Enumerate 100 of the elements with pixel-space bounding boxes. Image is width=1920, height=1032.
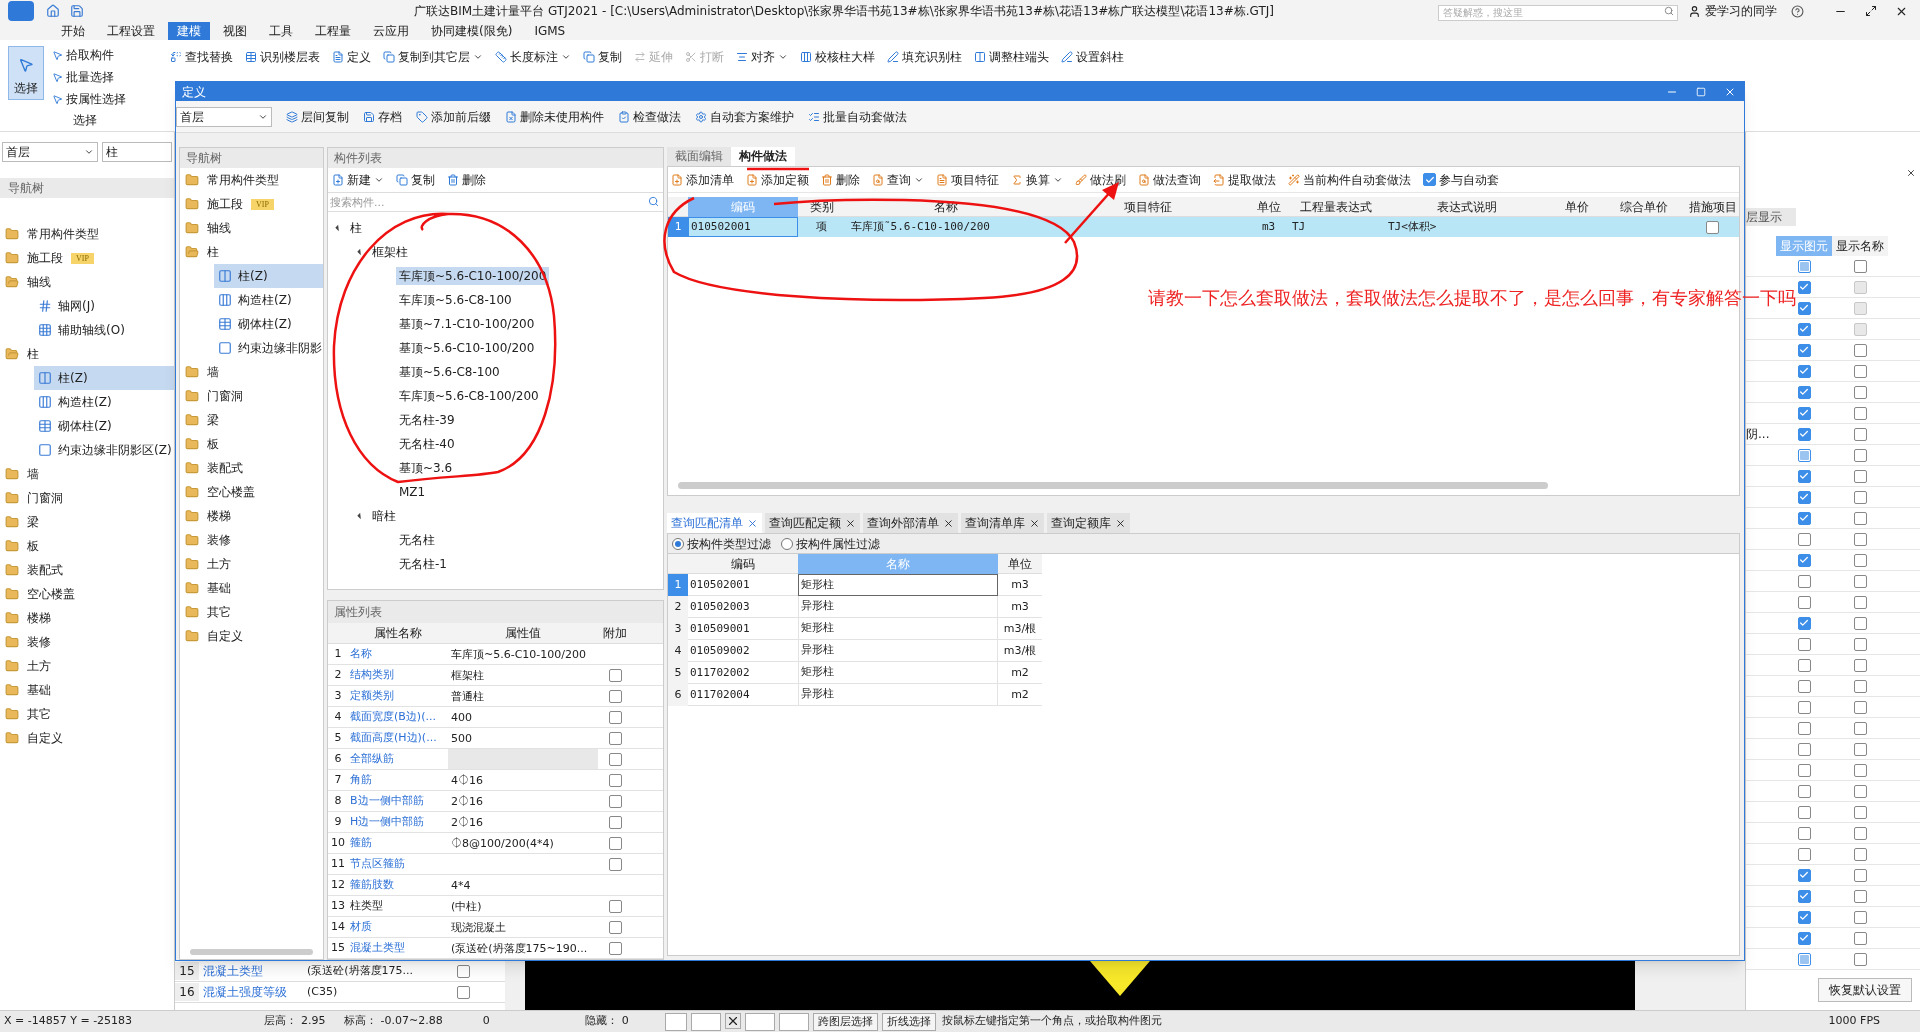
checkbox[interactable] xyxy=(1853,826,1867,840)
tree-item[interactable]: 轴网(J) xyxy=(34,294,174,318)
tab[interactable]: 截面编辑 xyxy=(667,147,731,166)
ribbon-button[interactable]: 复制到其它层 xyxy=(383,48,483,66)
checkbox[interactable] xyxy=(1797,343,1811,357)
close-icon[interactable] xyxy=(845,517,856,529)
tree-item[interactable]: 基顶~7.1-C10-100/200 xyxy=(396,315,538,333)
tree-item[interactable]: 轴线 xyxy=(205,219,233,237)
folder-icon[interactable] xyxy=(185,461,199,475)
folder-icon[interactable] xyxy=(5,611,19,625)
property-value[interactable]: ⏀8@100/200(4*4) xyxy=(448,833,598,853)
tree-item[interactable]: 楼梯 xyxy=(25,609,53,627)
checkbox[interactable] xyxy=(1853,364,1867,378)
radio-label[interactable]: 按构件类型过滤 xyxy=(687,534,771,553)
checkbox[interactable] xyxy=(1797,889,1811,903)
folder-icon[interactable] xyxy=(185,533,199,547)
tree-item[interactable]: 构造柱(Z) xyxy=(34,390,174,414)
ribbon-button[interactable]: 按属性选择 xyxy=(52,90,126,108)
tree-item[interactable]: 装配式 xyxy=(205,459,245,477)
ribbon-button[interactable]: 查找替换 xyxy=(170,48,233,66)
checkbox[interactable] xyxy=(1853,784,1867,798)
checkbox[interactable] xyxy=(1706,220,1719,234)
table-row[interactable]: 5 011702002 矩形柱 m2 xyxy=(668,662,1042,684)
folder-icon[interactable] xyxy=(185,413,199,427)
tree-item[interactable]: 柱 xyxy=(25,345,41,363)
tree-item[interactable]: 柱(Z) xyxy=(34,366,174,390)
checkbox[interactable] xyxy=(1797,679,1811,693)
search-icon[interactable] xyxy=(648,196,659,207)
toolbar-button[interactable]: 删除未使用构件 xyxy=(505,107,604,126)
checkbox[interactable] xyxy=(1853,490,1867,504)
ribbon-button[interactable]: 设置斜柱 xyxy=(1061,48,1124,66)
ribbon-button[interactable]: 复制 xyxy=(583,48,622,66)
help-icon[interactable] xyxy=(1791,4,1804,18)
folder-icon[interactable] xyxy=(5,251,19,265)
checkbox[interactable] xyxy=(608,731,622,745)
property-value[interactable]: 4⏀16 xyxy=(448,770,598,790)
property-value[interactable]: 2⏀16 xyxy=(448,791,598,811)
tab[interactable]: 查询匹配清单 xyxy=(667,513,762,533)
tree-item[interactable]: 基顶~5.6-C10-100/200 xyxy=(396,339,538,357)
ribbon-button[interactable]: 批量选择 xyxy=(52,68,126,86)
toolbar-button[interactable]: 查询 xyxy=(872,170,924,189)
ribbon-button[interactable]: 校核柱大样 xyxy=(800,48,875,66)
checkbox[interactable] xyxy=(1853,658,1867,672)
tree-item[interactable]: 基础 xyxy=(205,579,233,597)
checkbox[interactable] xyxy=(1853,385,1867,399)
checkbox[interactable] xyxy=(1853,406,1867,420)
folder-icon[interactable] xyxy=(5,347,19,361)
checkbox[interactable] xyxy=(608,668,622,682)
tree-item[interactable]: 车库顶~5.6-C8-100/200 xyxy=(396,387,542,405)
menu-tab[interactable]: 工具 xyxy=(260,22,302,40)
property-value[interactable]: 车库顶~5.6-C10-100/200 xyxy=(448,644,598,664)
table-row[interactable]: 2 010502003 异形柱 m3 xyxy=(668,596,1042,618)
ribbon-button[interactable]: 长度标注 xyxy=(495,48,571,66)
folder-icon[interactable] xyxy=(5,683,19,697)
tab[interactable]: 构件做法 xyxy=(731,147,795,166)
tree-item[interactable]: 构造柱(Z) xyxy=(214,288,323,312)
ribbon-button[interactable]: 调整柱端头 xyxy=(974,48,1049,66)
tab[interactable]: 查询定额库 xyxy=(1047,513,1130,533)
checkbox[interactable] xyxy=(1853,343,1867,357)
checkbox[interactable] xyxy=(1797,406,1811,420)
checkbox[interactable] xyxy=(1797,952,1811,966)
folder-icon[interactable] xyxy=(185,365,199,379)
folder-icon[interactable] xyxy=(185,509,199,523)
checkbox[interactable] xyxy=(1797,742,1811,756)
menu-tab[interactable]: 协同建模(限免) xyxy=(422,22,522,40)
tree-item[interactable]: 装修 xyxy=(205,531,233,549)
folder-icon[interactable] xyxy=(185,389,199,403)
tree-item[interactable]: 轴线 xyxy=(25,273,53,291)
tree-item[interactable]: 柱 xyxy=(205,243,221,261)
menu-tab[interactable]: 工程设置 xyxy=(98,22,164,40)
toolbar-button[interactable]: 添加定额 xyxy=(746,170,809,189)
folder-icon[interactable] xyxy=(185,629,199,643)
tree-item[interactable]: 基顶~3.6 xyxy=(396,459,456,477)
tree-item[interactable]: 常用构件类型 xyxy=(25,225,101,243)
tab[interactable]: 查询清单库 xyxy=(961,513,1044,533)
tab[interactable]: 查询外部清单 xyxy=(863,513,958,533)
ribbon-button[interactable]: 定义 xyxy=(332,48,371,66)
checkbox[interactable] xyxy=(1797,532,1811,546)
folder-icon[interactable] xyxy=(5,515,19,529)
table-row[interactable]: 6 011702004 异形柱 m2 xyxy=(668,684,1042,706)
tab[interactable]: 查询匹配定额 xyxy=(765,513,860,533)
folder-icon[interactable] xyxy=(5,635,19,649)
checkbox[interactable] xyxy=(1853,574,1867,588)
tree-item[interactable]: 无名柱-39 xyxy=(396,411,458,429)
checkbox[interactable] xyxy=(1797,763,1811,777)
search-icon[interactable] xyxy=(1664,6,1674,16)
checkbox[interactable] xyxy=(608,899,622,913)
radio-button[interactable] xyxy=(672,537,684,550)
close-icon[interactable] xyxy=(1029,517,1040,529)
checkbox[interactable] xyxy=(1853,721,1867,735)
home-icon[interactable] xyxy=(46,4,60,18)
property-value[interactable]: 普通柱 xyxy=(448,686,598,706)
toolbar-button[interactable]: 层间复制 xyxy=(286,107,349,126)
checkbox[interactable] xyxy=(1797,469,1811,483)
tree-item[interactable]: MZ1 xyxy=(396,483,429,501)
checkbox[interactable] xyxy=(1853,448,1867,462)
ribbon-button[interactable]: 识别楼层表 xyxy=(245,48,320,66)
checkbox[interactable] xyxy=(1797,448,1811,462)
checkbox[interactable] xyxy=(1797,658,1811,672)
tree-item[interactable]: 板 xyxy=(25,537,41,555)
